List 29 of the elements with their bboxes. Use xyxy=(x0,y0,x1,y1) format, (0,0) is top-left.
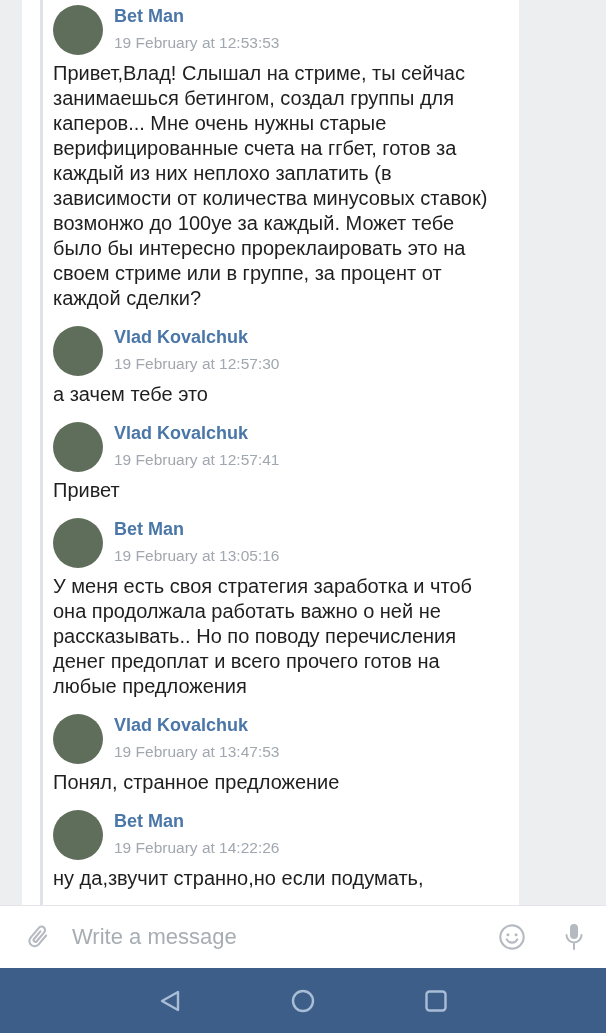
message-time: 19 February at 12:57:30 xyxy=(114,355,280,373)
message-time: 19 February at 13:05:16 xyxy=(114,547,280,565)
author-name[interactable]: Vlad Kovalchuk xyxy=(114,327,280,348)
message-input[interactable]: Write a message xyxy=(72,924,478,950)
avatar-photo[interactable] xyxy=(53,326,103,376)
message-text: У меня есть своя стратегия заработка и чтоб она продолжала работать важно о ней не рассказывать.. Но по поводу перечисления денег предоплат и всего прочего готов на любые предложения xyxy=(53,574,473,699)
avatar-photo[interactable] xyxy=(53,422,103,472)
message-text: Понял, странное предложение xyxy=(53,770,341,795)
message-text: Привет xyxy=(53,478,121,503)
message-text: а зачем тебе это xyxy=(53,382,209,407)
avatar-photo[interactable] xyxy=(53,518,103,568)
message-time: 19 February at 13:47:53 xyxy=(114,743,280,761)
message-time: 19 February at 14:22:26 xyxy=(114,839,280,857)
avatar-photo[interactable] xyxy=(53,810,103,860)
avatar-photo[interactable] xyxy=(53,714,103,764)
author-name[interactable]: Vlad Kovalchuk xyxy=(114,423,280,444)
back-icon[interactable] xyxy=(159,988,181,1013)
avatar-photo[interactable] xyxy=(53,5,103,55)
message-composer[interactable]: Write a message xyxy=(0,905,606,968)
home-icon[interactable] xyxy=(291,988,315,1013)
author-name[interactable]: Bet Man xyxy=(114,811,280,832)
message-time: 19 February at 12:57:41 xyxy=(114,451,280,469)
message-time: 19 February at 12:53:53 xyxy=(114,34,280,52)
author-name[interactable]: Bet Man xyxy=(114,6,280,27)
author-name[interactable]: Bet Man xyxy=(114,519,280,540)
author-name[interactable]: Vlad Kovalchuk xyxy=(114,715,280,736)
message-text: Привет,Влад! Слышал на стриме, ты сейчас занимаешься бетингом, создал группы для каперов... Мне очень нужны старые верифицированные счета на ггбет, готов за каждый из них неплохо заплатить (в зависимости от количества минусовых ставок) возмонжо до 100уе за каждый. Может тебе было бы интересно прореклаировать это на своем стриме или в группе, за процент от каждой сделки? xyxy=(53,61,489,311)
recent-apps-icon[interactable] xyxy=(425,989,447,1012)
message-text: ну да,звучит странно,но если подумать, xyxy=(53,866,425,891)
